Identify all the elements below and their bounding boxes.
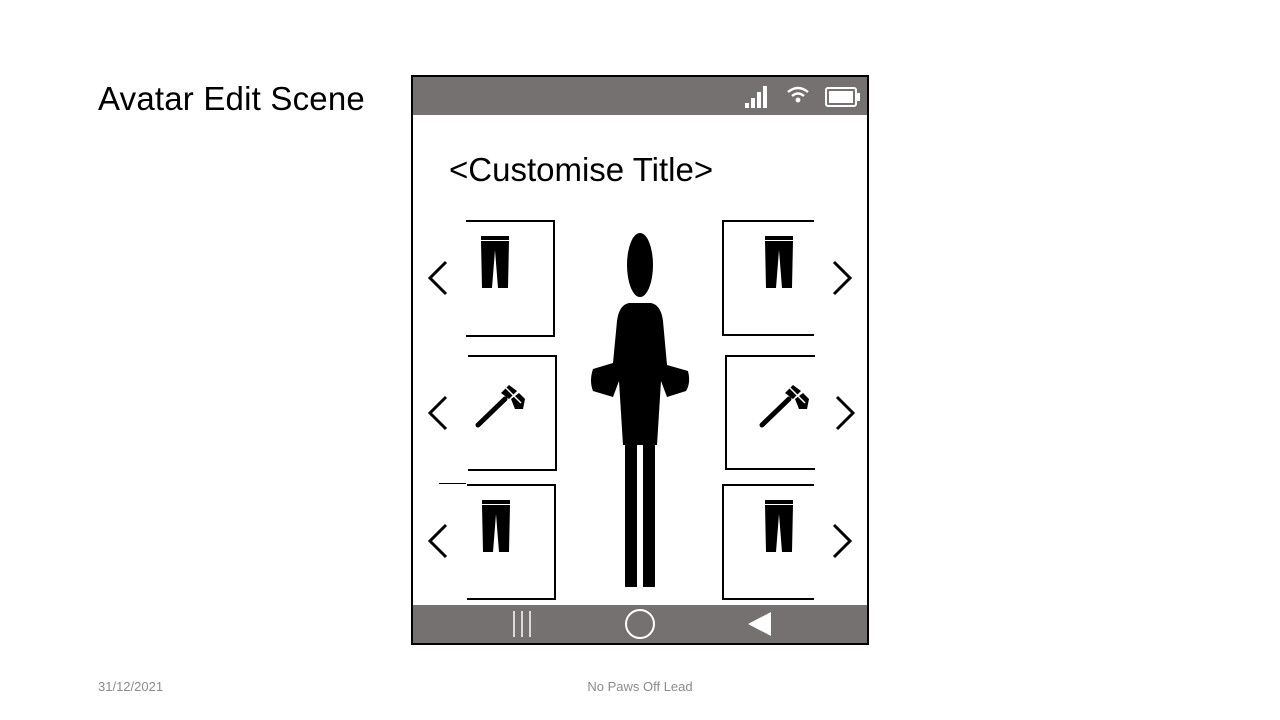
row2-right-item-tile[interactable] bbox=[725, 355, 815, 470]
row3-left-item-tile[interactable] bbox=[467, 484, 556, 600]
avatar-silhouette bbox=[591, 233, 690, 587]
divider-line bbox=[439, 483, 466, 484]
row2-left-item-tile[interactable] bbox=[468, 355, 557, 471]
row3-next-arrow-icon[interactable] bbox=[831, 523, 853, 559]
trousers-icon bbox=[765, 236, 793, 288]
row1-next-arrow-icon[interactable] bbox=[831, 260, 853, 296]
brush-icon bbox=[759, 384, 809, 428]
trousers-icon bbox=[765, 500, 793, 552]
row2-prev-arrow-icon[interactable] bbox=[427, 395, 449, 431]
status-bar bbox=[413, 77, 867, 115]
slide-title: Avatar Edit Scene bbox=[98, 80, 365, 117]
footer-text: No Paws Off Lead bbox=[587, 679, 693, 694]
recent-apps-icon[interactable] bbox=[511, 610, 535, 638]
back-icon[interactable] bbox=[747, 611, 773, 637]
trousers-icon bbox=[481, 236, 509, 288]
row1-right-item-tile[interactable] bbox=[722, 220, 814, 336]
brush-icon bbox=[475, 384, 525, 428]
trousers-icon bbox=[482, 500, 510, 552]
battery-icon bbox=[825, 87, 860, 107]
customise-title: <Customise Title> bbox=[449, 151, 714, 188]
row3-prev-arrow-icon[interactable] bbox=[427, 523, 449, 559]
row1-prev-arrow-icon[interactable] bbox=[427, 260, 449, 296]
navigation-bar bbox=[413, 605, 867, 643]
home-icon[interactable] bbox=[624, 608, 656, 640]
signal-icon bbox=[745, 86, 767, 108]
footer-date: 31/12/2021 bbox=[98, 679, 164, 694]
row1-left-item-tile[interactable] bbox=[466, 220, 555, 337]
phone-mockup: <Customise Title> bbox=[411, 75, 869, 645]
wifi-icon bbox=[787, 86, 809, 103]
row2-next-arrow-icon[interactable] bbox=[834, 395, 856, 431]
row3-right-item-tile[interactable] bbox=[722, 484, 814, 600]
